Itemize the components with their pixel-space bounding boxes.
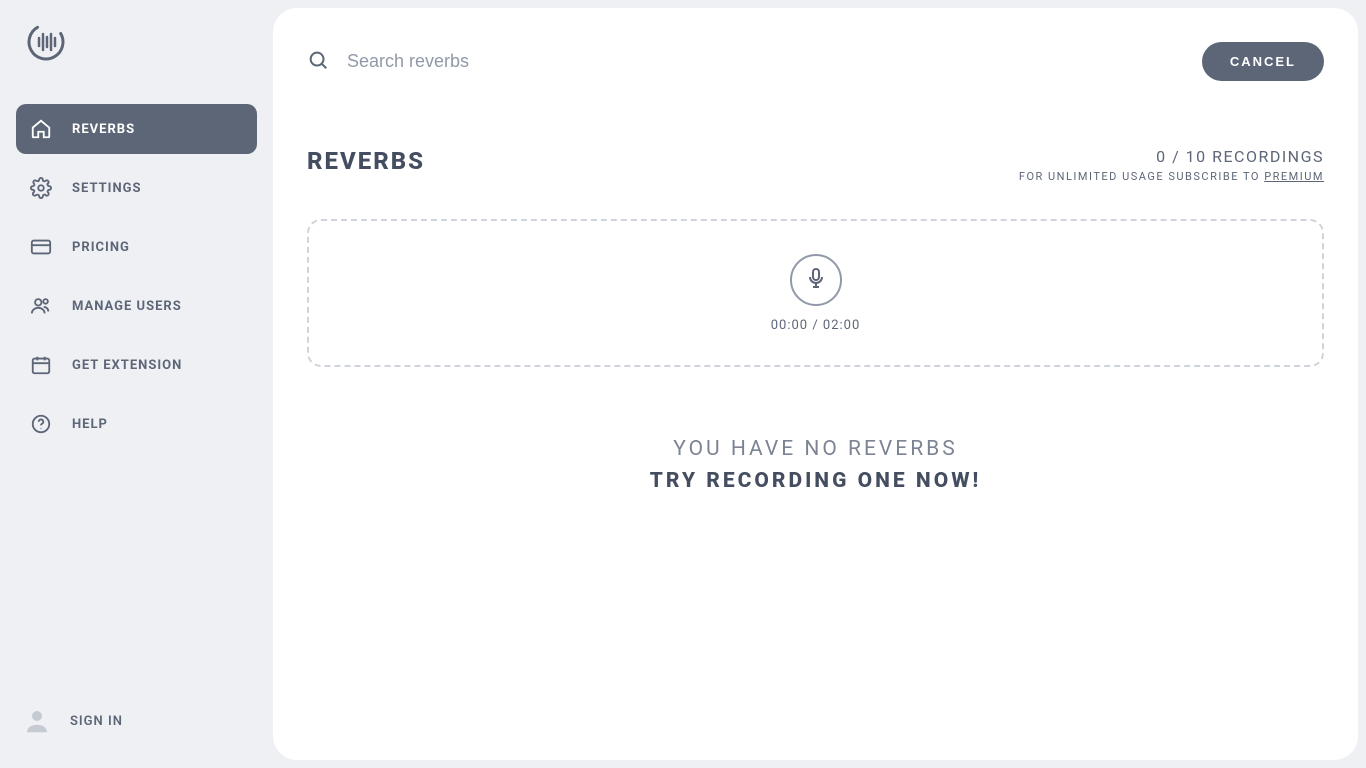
page-title: REVERBS — [307, 147, 425, 175]
sidebar-item-label: Settings — [72, 181, 142, 196]
home-icon — [30, 118, 52, 140]
sidebar-item-settings[interactable]: Settings — [16, 163, 257, 213]
sidebar-item-reverbs[interactable]: Reverbs — [16, 104, 257, 154]
sidebar-item-label: Reverbs — [72, 122, 135, 137]
premium-cta: FOR UNLIMITED USAGE SUBSCRIBE TO PREMIUM — [1019, 170, 1324, 183]
recording-count: 0 / 10 RECORDINGS — [1019, 147, 1324, 166]
cancel-button[interactable]: CANCEL — [1202, 42, 1324, 81]
record-timer: 00:00 / 02:00 — [771, 318, 861, 333]
sidebar: Reverbs Settings Pricing Manage Users — [0, 0, 273, 768]
app-logo — [24, 20, 273, 68]
premium-link[interactable]: PREMIUM — [1264, 170, 1324, 183]
sidebar-item-label: Pricing — [72, 240, 130, 255]
sidebar-nav: Reverbs Settings Pricing Manage Users — [0, 104, 273, 449]
empty-state-subtitle: TRY RECORDING ONE NOW! — [307, 469, 1324, 493]
premium-cta-prefix: FOR UNLIMITED USAGE SUBSCRIBE TO — [1019, 170, 1264, 183]
gear-icon — [30, 177, 52, 199]
sidebar-item-pricing[interactable]: Pricing — [16, 222, 257, 272]
users-icon — [30, 295, 52, 317]
sidebar-item-label: Help — [72, 417, 108, 432]
sidebar-item-get-extension[interactable]: Get Extension — [16, 340, 257, 390]
search-input[interactable] — [347, 51, 1184, 72]
usage-info: 0 / 10 RECORDINGS FOR UNLIMITED USAGE SU… — [1019, 147, 1324, 183]
user-avatar-icon — [20, 704, 54, 738]
sidebar-item-manage-users[interactable]: Manage Users — [16, 281, 257, 331]
sidebar-item-help[interactable]: Help — [16, 399, 257, 449]
calendar-icon — [30, 354, 52, 376]
record-button[interactable] — [790, 254, 842, 306]
main-panel: CANCEL REVERBS 0 / 10 RECORDINGS FOR UNL… — [273, 8, 1358, 760]
record-dropzone: 00:00 / 02:00 — [307, 219, 1324, 367]
sign-in-button[interactable]: Sign In — [16, 698, 257, 744]
card-icon — [30, 236, 52, 258]
search-icon — [307, 49, 329, 75]
help-icon — [30, 413, 52, 435]
empty-state: YOU HAVE NO REVERBS TRY RECORDING ONE NO… — [307, 437, 1324, 493]
empty-state-title: YOU HAVE NO REVERBS — [307, 437, 1324, 461]
sign-in-label: Sign In — [70, 714, 123, 729]
sidebar-item-label: Manage Users — [72, 299, 182, 314]
search-bar: CANCEL — [307, 42, 1324, 81]
sidebar-item-label: Get Extension — [72, 358, 182, 373]
microphone-icon — [804, 266, 828, 293]
